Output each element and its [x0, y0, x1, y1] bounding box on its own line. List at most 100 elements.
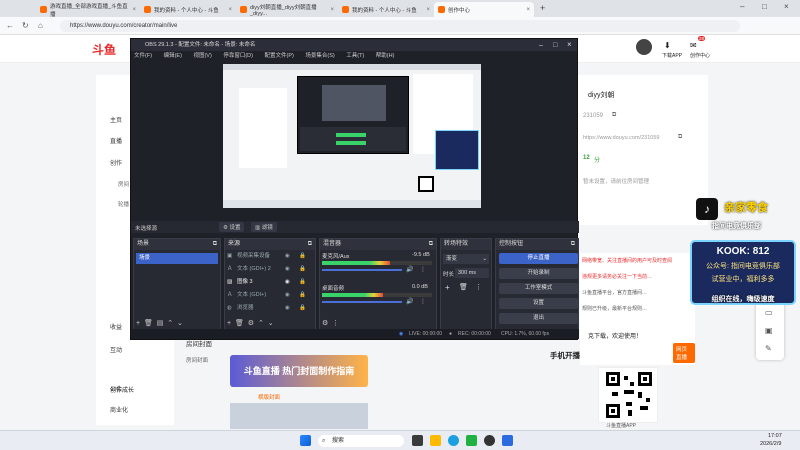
browser-tab[interactable]: 我的资料 - 个人中心 - 斗鱼 ×: [338, 2, 434, 17]
avatar[interactable]: [636, 39, 652, 55]
duration-input[interactable]: 300 ms: [455, 268, 489, 278]
source-filters-button[interactable]: ▥ 滤镜: [251, 222, 277, 232]
room-url[interactable]: https://www.douyu.com/231059: [583, 135, 659, 141]
source-item[interactable]: ◍ 浏览器 ◉ 🔒: [225, 302, 315, 315]
edge-icon[interactable]: [448, 435, 459, 446]
feedback-icon[interactable]: ✎: [765, 344, 772, 353]
visibility-icon[interactable]: ◉: [285, 250, 290, 263]
close-icon[interactable]: ×: [526, 7, 530, 13]
add-icon[interactable]: +: [445, 283, 450, 292]
menu-profile[interactable]: 配置文件(P): [264, 53, 293, 59]
browser-tab-active[interactable]: 创作中心 ×: [434, 2, 534, 17]
sidebar-item-create[interactable]: 创作: [110, 158, 122, 167]
sidebar-item-growth[interactable]: 创作成长: [110, 385, 134, 394]
source-settings-button[interactable]: ⚙ 设置: [219, 222, 245, 232]
dock-undock-icon[interactable]: ⧉: [213, 239, 217, 250]
visibility-icon[interactable]: ◉: [285, 276, 290, 289]
close-icon[interactable]: ×: [567, 39, 572, 51]
menu-tools[interactable]: 工具(T): [346, 53, 364, 59]
move-down-icon[interactable]: ⌄: [268, 320, 274, 327]
app-icon[interactable]: [502, 435, 513, 446]
cover-guide-banner[interactable]: 斗鱼直播 热门封面制作指南: [230, 355, 368, 387]
volume-slider[interactable]: [322, 269, 402, 271]
download-icon[interactable]: ⬇: [664, 41, 671, 50]
message-icon[interactable]: ▭: [765, 308, 773, 317]
move-down-icon[interactable]: ⌄: [177, 320, 183, 327]
new-tab-icon[interactable]: +: [540, 3, 545, 13]
more-icon[interactable]: ⋮: [420, 298, 426, 305]
maximize-icon[interactable]: □: [553, 40, 557, 52]
dock-undock-icon[interactable]: ⧉: [571, 239, 575, 250]
menu-edit[interactable]: 编辑(E): [164, 53, 182, 59]
obs-preview[interactable]: [223, 64, 481, 208]
more-icon[interactable]: ⋮: [475, 283, 482, 291]
file-explorer-icon[interactable]: [430, 435, 441, 446]
sidebar-sub-carousel[interactable]: 轮播: [118, 200, 129, 208]
menu-scene-collection[interactable]: 场景集合(S): [305, 53, 334, 59]
stop-streaming-button[interactable]: 停止直播: [499, 253, 578, 264]
sidebar-item-revenue[interactable]: 收益: [110, 322, 122, 331]
source-item[interactable]: Ａ 文本 (GDI+) 2 ◉ 🔒: [225, 263, 315, 276]
delete-icon[interactable]: 🗑: [144, 320, 153, 327]
minimize-icon[interactable]: –: [740, 2, 744, 11]
lock-icon[interactable]: 🔒: [299, 263, 306, 276]
visibility-icon[interactable]: ◉: [285, 289, 290, 302]
sidebar-item-home[interactable]: 主页: [110, 115, 122, 124]
creator-center-label[interactable]: 创作中心: [690, 52, 710, 59]
settings-button[interactable]: 设置: [499, 298, 578, 309]
sidebar-sub-room[interactable]: 房间: [118, 180, 129, 188]
url-input[interactable]: https://www.douyu.com/creator/main/live: [60, 20, 740, 32]
speaker-icon[interactable]: 🔊: [406, 298, 413, 305]
filter-icon[interactable]: ▤: [157, 320, 164, 327]
menu-help[interactable]: 帮助(H): [376, 53, 395, 59]
web-live-button[interactable]: 网页直播: [673, 343, 695, 363]
douyu-logo[interactable]: 斗鱼: [92, 41, 132, 57]
studio-mode-button[interactable]: 工作室模式: [499, 283, 578, 294]
volume-slider[interactable]: [322, 301, 402, 303]
download-label[interactable]: 下载APP: [662, 52, 682, 59]
sidebar-item-live[interactable]: 直播: [110, 136, 122, 145]
copy-url-icon[interactable]: ⧉: [678, 134, 682, 141]
sidebar-item-commerce[interactable]: 商业化: [110, 405, 128, 414]
start-recording-button[interactable]: 开始录制: [499, 268, 578, 279]
taskbar-search[interactable]: ⌕ 搜索: [318, 435, 404, 447]
gear-icon[interactable]: ⚙: [322, 320, 328, 327]
source-item[interactable]: Ａ 文本 (GDI+) ◉ 🔒: [225, 289, 315, 302]
sidebar-item-interact[interactable]: 互动: [110, 345, 122, 354]
source-item[interactable]: ▨ 图像 3 ◉ 🔒: [225, 276, 315, 289]
more-icon[interactable]: ⋮: [420, 266, 426, 273]
transition-select[interactable]: 渐变 ⌄: [443, 254, 489, 264]
source-item[interactable]: ▣ 视频采集设备 ◉ 🔒: [225, 250, 315, 263]
lock-icon[interactable]: 🔒: [299, 276, 306, 289]
gear-icon[interactable]: ⚙: [248, 320, 254, 327]
menu-file[interactable]: 文件(F): [134, 53, 152, 59]
refresh-icon[interactable]: ↻: [22, 21, 29, 30]
browser-tab[interactable]: diyy刘朝直播_diyy刘朝直播_diyy... ×: [236, 2, 338, 17]
obs-icon[interactable]: [484, 435, 495, 446]
dock-undock-icon[interactable]: ⧉: [308, 239, 312, 250]
more-icon[interactable]: ⋮: [332, 320, 339, 327]
menu-docks[interactable]: 停靠窗口(D): [223, 53, 253, 59]
close-icon[interactable]: ×: [426, 7, 430, 13]
minimize-icon[interactable]: –: [539, 40, 543, 52]
speaker-icon[interactable]: 🔊: [406, 266, 413, 273]
visibility-icon[interactable]: ◉: [285, 263, 290, 276]
message-icon[interactable]: ✉: [690, 41, 697, 50]
close-icon[interactable]: ×: [330, 7, 334, 13]
wechat-icon[interactable]: [466, 435, 477, 446]
add-icon[interactable]: +: [136, 320, 140, 327]
menu-view[interactable]: 视图(V): [193, 53, 211, 59]
home-icon[interactable]: ⌂: [38, 21, 43, 30]
close-window-icon[interactable]: ×: [784, 2, 789, 11]
visibility-icon[interactable]: ◉: [285, 302, 290, 315]
task-view-icon[interactable]: [412, 435, 423, 446]
lock-icon[interactable]: 🔒: [299, 302, 306, 315]
move-up-icon[interactable]: ⌃: [258, 320, 264, 327]
browser-tab[interactable]: 我的资料 - 个人中心 - 斗鱼 ×: [140, 2, 236, 17]
lock-icon[interactable]: 🔒: [299, 289, 306, 302]
lock-icon[interactable]: 🔒: [299, 250, 306, 263]
maximize-icon[interactable]: □: [762, 2, 767, 11]
scene-item[interactable]: 场景: [136, 253, 218, 264]
dock-undock-icon[interactable]: ⧉: [429, 239, 433, 250]
close-icon[interactable]: ×: [228, 7, 232, 13]
